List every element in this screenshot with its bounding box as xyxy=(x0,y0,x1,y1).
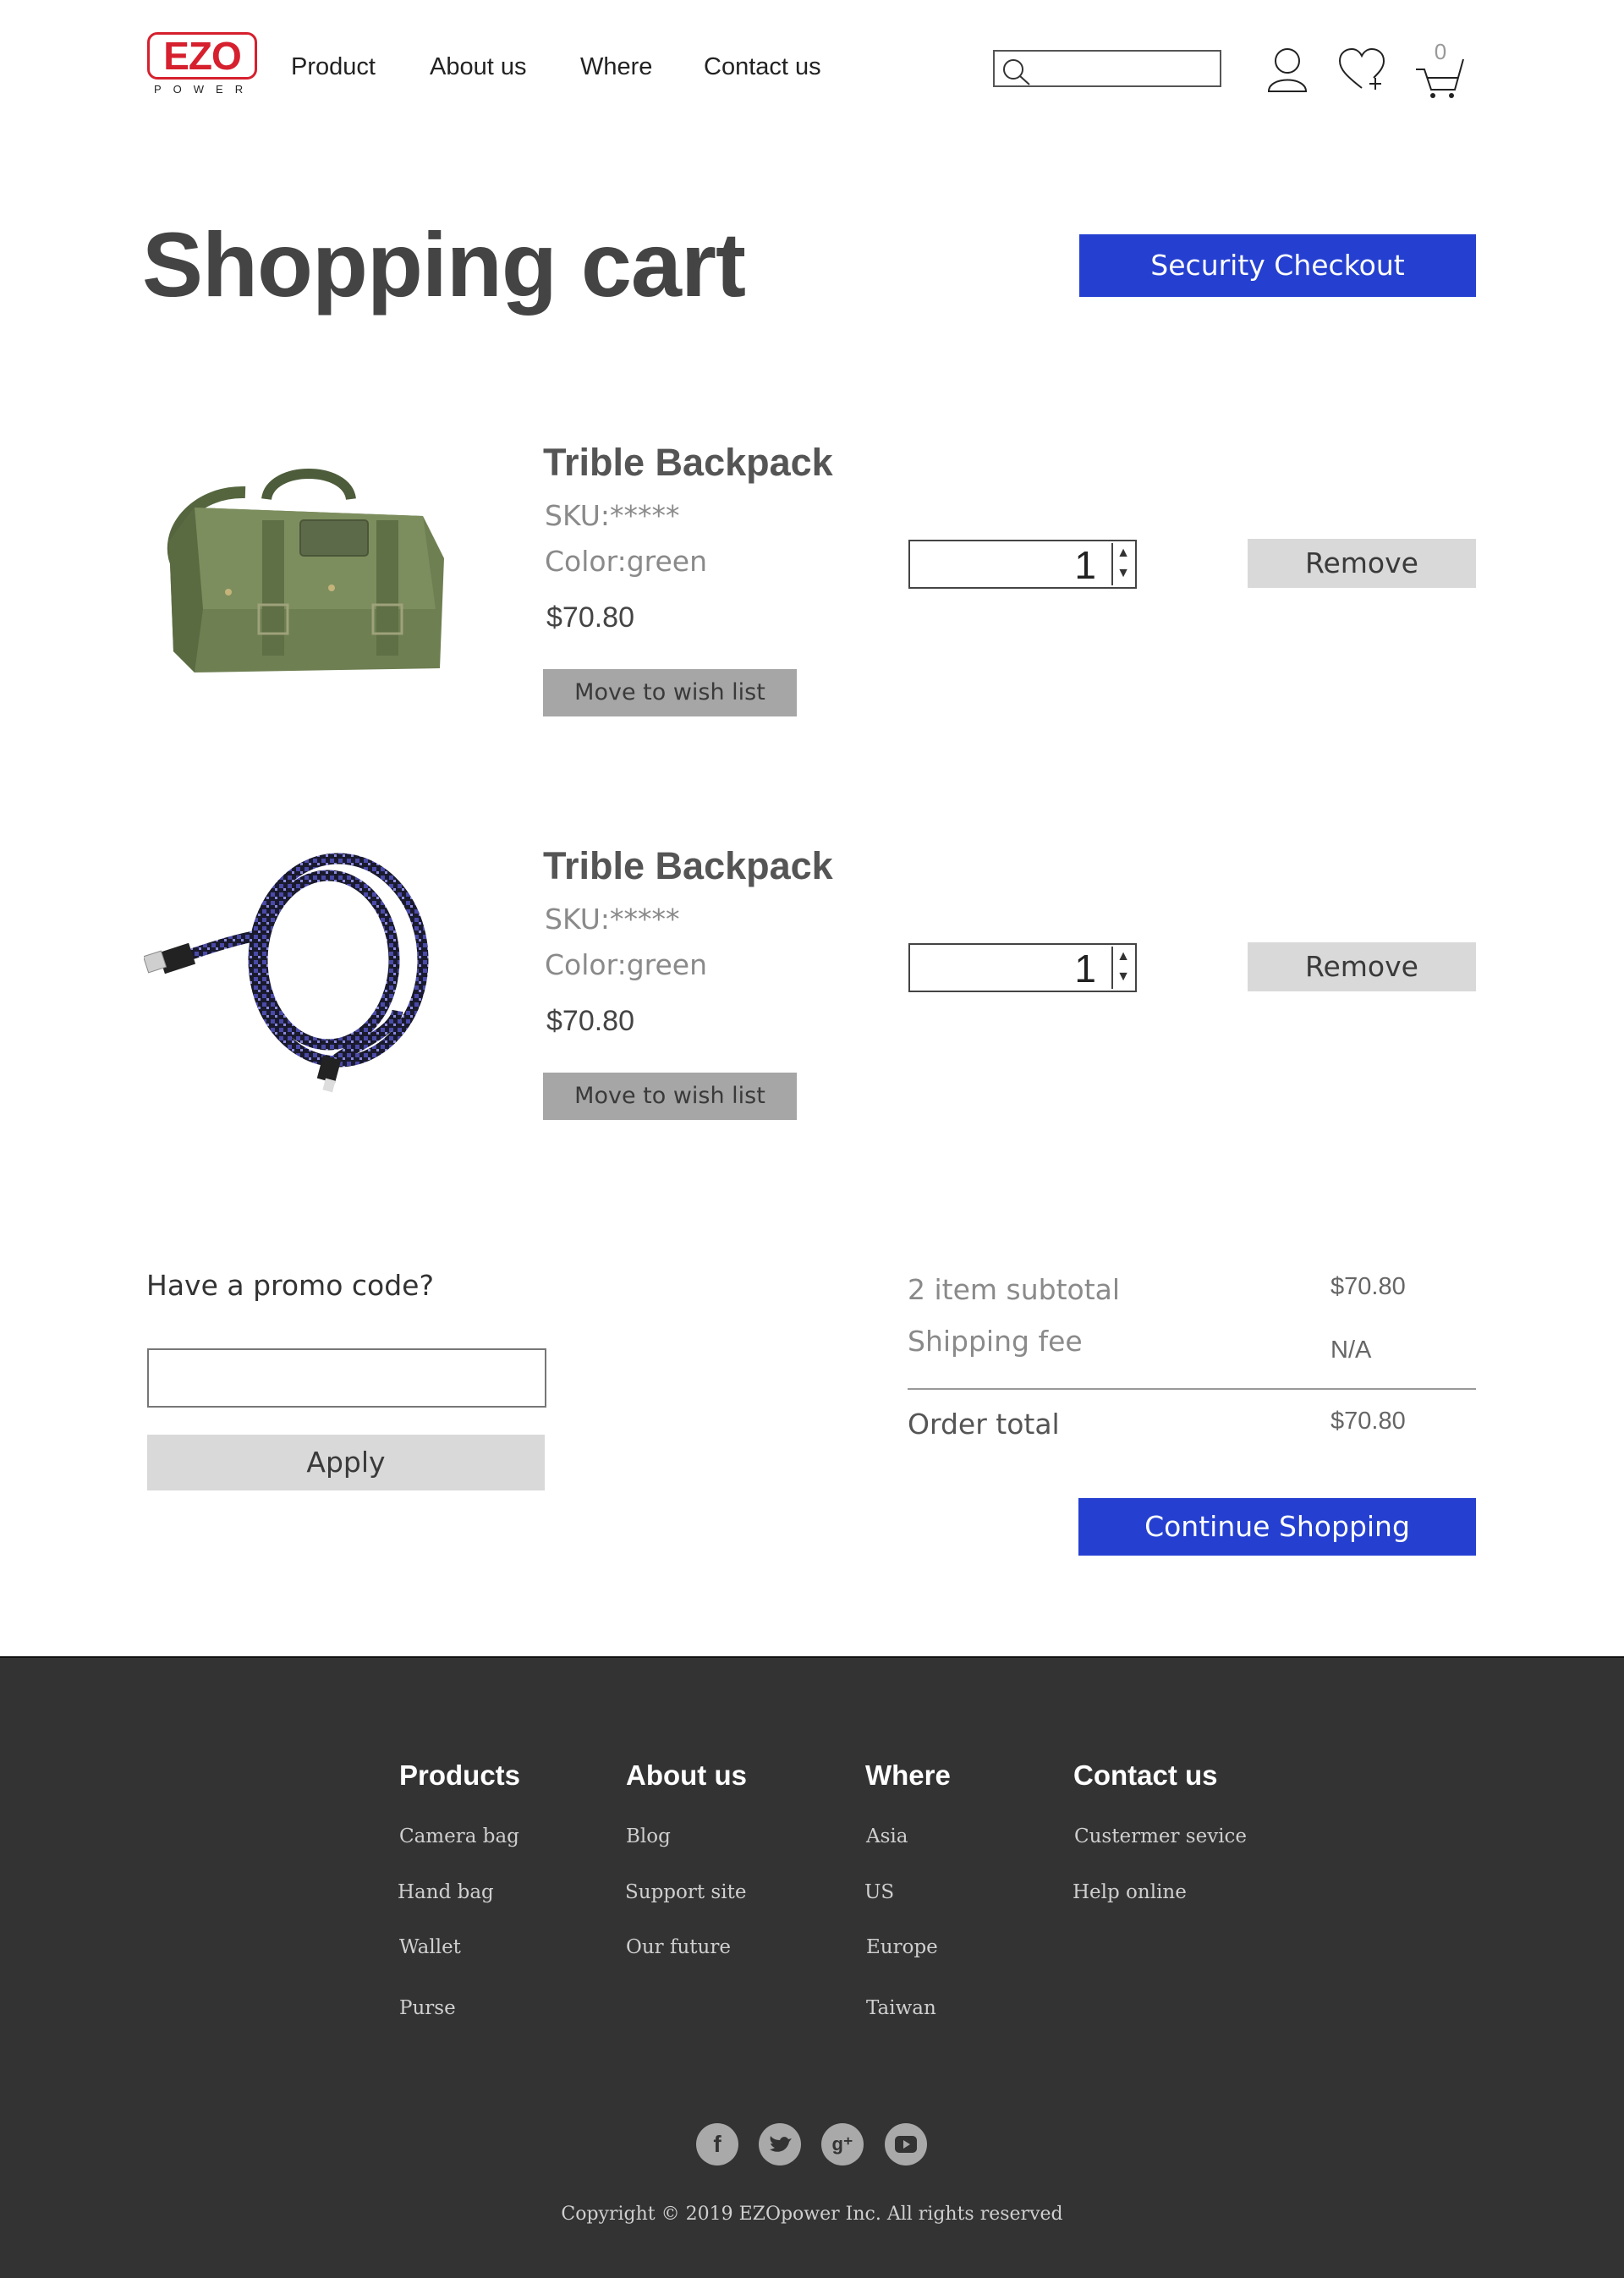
cart-count-badge: 0 xyxy=(1434,39,1447,64)
logo-mark: EZO xyxy=(147,32,257,80)
footer-link-blog[interactable]: Blog xyxy=(626,1825,671,1847)
remove-item-button[interactable]: Remove xyxy=(1248,942,1476,991)
nav-contact-us[interactable]: Contact us xyxy=(704,53,821,81)
footer-link-europe[interactable]: Europe xyxy=(866,1936,938,1958)
quantity-value[interactable]: 1 xyxy=(1074,945,1096,991)
subtotal-label: 2 item subtotal xyxy=(908,1273,1121,1306)
quantity-spinner: ▲ ▼ xyxy=(1111,947,1133,989)
quantity-spinner: ▲ ▼ xyxy=(1111,543,1133,585)
quantity-stepper[interactable]: 1 ▲ ▼ xyxy=(908,540,1137,589)
order-total-value: $70.80 xyxy=(1330,1408,1406,1435)
item-price: $70.80 xyxy=(546,1005,634,1037)
footer-heading-products: Products xyxy=(399,1759,521,1791)
google-plus-icon[interactable]: g⁺ xyxy=(821,2123,864,2165)
footer-heading-contact-us: Contact us xyxy=(1073,1759,1218,1791)
subtotal-value: $70.80 xyxy=(1330,1273,1406,1300)
remove-item-button[interactable]: Remove xyxy=(1248,539,1476,588)
footer-link-wallet[interactable]: Wallet xyxy=(399,1936,461,1958)
quantity-value[interactable]: 1 xyxy=(1074,541,1096,587)
shipping-fee-value: N/A xyxy=(1330,1337,1372,1364)
order-total-label: Order total xyxy=(908,1408,1060,1441)
quantity-stepper[interactable]: 1 ▲ ▼ xyxy=(908,943,1137,992)
footer-heading-about-us: About us xyxy=(626,1759,747,1791)
footer-heading-where: Where xyxy=(865,1759,951,1791)
brand-logo[interactable]: EZO POWER xyxy=(147,32,261,98)
footer-link-purse[interactable]: Purse xyxy=(399,1997,456,2019)
twitter-icon[interactable] xyxy=(759,2123,801,2165)
footer-link-camera-bag[interactable]: Camera bag xyxy=(399,1825,519,1847)
footer-link-hand-bag[interactable]: Hand bag xyxy=(398,1881,494,1903)
move-to-wishlist-button[interactable]: Move to wish list xyxy=(543,669,797,716)
footer-link-taiwan[interactable]: Taiwan xyxy=(866,1997,936,2019)
decrement-arrow-icon[interactable]: ▼ xyxy=(1116,564,1131,583)
summary-divider xyxy=(908,1388,1476,1390)
move-to-wishlist-button[interactable]: Move to wish list xyxy=(543,1073,797,1120)
increment-arrow-icon[interactable]: ▲ xyxy=(1116,947,1131,966)
decrement-arrow-icon[interactable]: ▼ xyxy=(1116,968,1131,986)
nav-about-us[interactable]: About us xyxy=(430,53,526,81)
user-account-icon[interactable] xyxy=(1262,44,1313,98)
security-checkout-button[interactable]: Security Checkout xyxy=(1079,234,1476,297)
item-name[interactable]: Trible Backpack xyxy=(543,441,833,485)
logo-subtext: POWER xyxy=(154,83,255,96)
search-box[interactable] xyxy=(993,50,1221,87)
footer-link-us[interactable]: US xyxy=(864,1881,894,1903)
nav-product[interactable]: Product xyxy=(291,53,376,81)
item-sku: SKU:***** xyxy=(545,903,680,936)
item-name[interactable]: Trible Backpack xyxy=(543,844,833,888)
item-sku: SKU:***** xyxy=(545,499,680,532)
search-input[interactable] xyxy=(1037,55,1218,84)
footer-link-help-online[interactable]: Help online xyxy=(1073,1881,1187,1903)
product-image-green-camera-bag[interactable] xyxy=(144,440,457,694)
footer-link-asia[interactable]: Asia xyxy=(866,1825,908,1847)
product-image-braided-usb-cable[interactable] xyxy=(144,842,457,1095)
increment-arrow-icon[interactable]: ▲ xyxy=(1116,544,1131,563)
apply-promo-button[interactable]: Apply xyxy=(147,1435,545,1490)
page-title: Shopping cart xyxy=(142,213,746,316)
cart-button[interactable]: 0 xyxy=(1414,39,1470,100)
wishlist-heart-icon[interactable] xyxy=(1336,44,1387,98)
footer-link-our-future[interactable]: Our future xyxy=(626,1936,731,1958)
nav-where[interactable]: Where xyxy=(580,53,652,81)
youtube-icon[interactable] xyxy=(885,2123,927,2165)
continue-shopping-button[interactable]: Continue Shopping xyxy=(1078,1498,1476,1556)
item-color: Color:green xyxy=(545,948,708,981)
shipping-fee-label: Shipping fee xyxy=(908,1325,1083,1358)
site-footer xyxy=(0,1656,1624,2278)
item-color: Color:green xyxy=(545,545,708,578)
search-icon[interactable] xyxy=(1000,57,1032,87)
facebook-icon[interactable]: f xyxy=(696,2123,738,2165)
item-price: $70.80 xyxy=(546,601,634,634)
footer-link-customer-service[interactable]: Custermer sevice xyxy=(1074,1825,1247,1847)
copyright-text: Copyright © 2019 EZOpower Inc. All right… xyxy=(561,2204,1063,2225)
footer-link-support-site[interactable]: Support site xyxy=(625,1881,746,1903)
promo-code-input[interactable] xyxy=(147,1348,546,1408)
promo-code-label: Have a promo code? xyxy=(146,1269,434,1302)
